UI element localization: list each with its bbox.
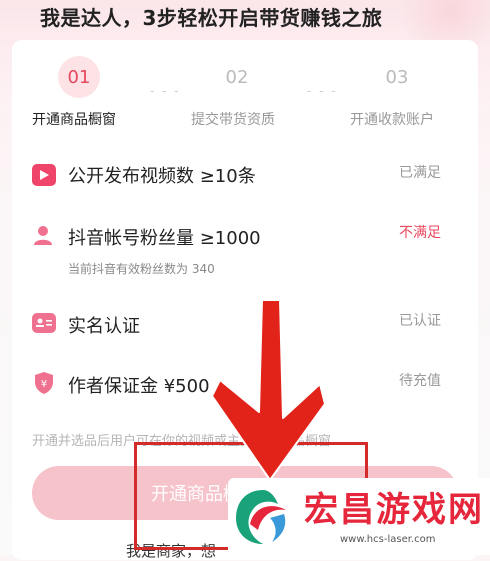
annotation-arrow bbox=[211, 299, 326, 481]
watermark-logo-icon bbox=[236, 490, 286, 544]
watermark-title: 宏昌游戏网 bbox=[304, 490, 484, 530]
watermark-url: www.hcs-laser.com bbox=[340, 534, 436, 545]
watermark-panel: 宏昌游戏网 www.hcs-laser.com bbox=[228, 478, 490, 555]
